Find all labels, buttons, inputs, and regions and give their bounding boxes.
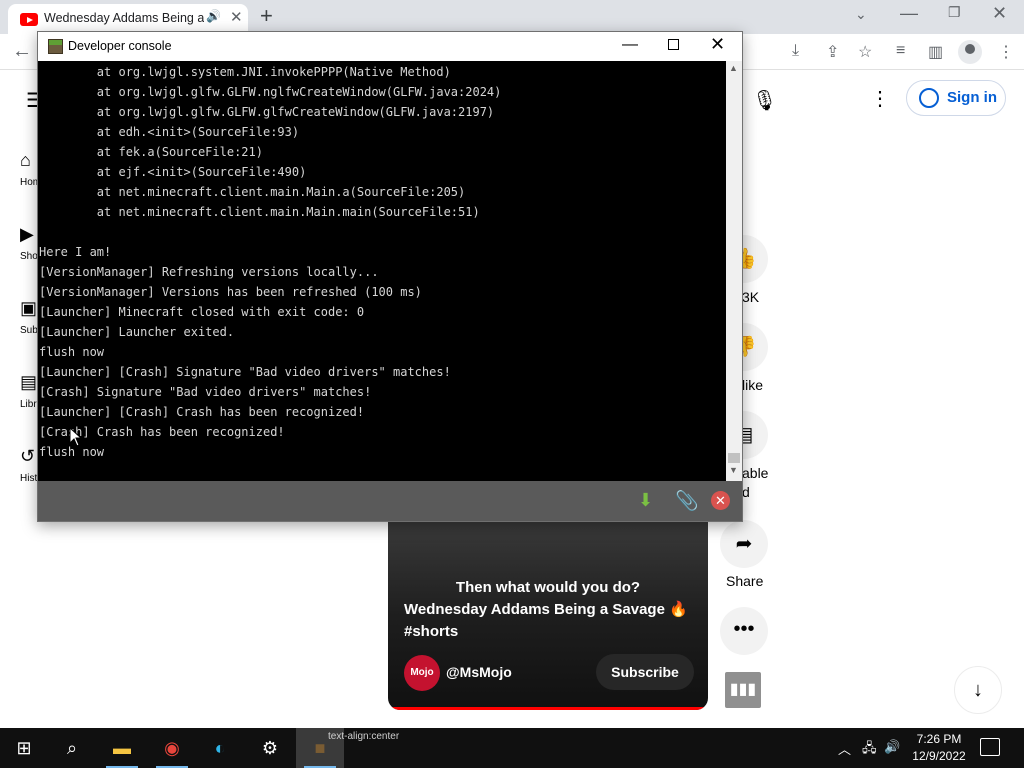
network-icon[interactable]: 🖧 (862, 739, 877, 761)
console-line: [Crash] Signature "Bad video drivers" ma… (39, 384, 372, 399)
console-close-button[interactable]: ✕ (710, 34, 725, 55)
search-icon: ⌕ (66, 738, 78, 758)
taskbar-tooltip: text-align:center (328, 731, 400, 742)
clock-time[interactable]: 7:26 PM (900, 732, 978, 746)
desktop: Wednesday Addams Being a Savage 🔊 ✕ + ⌄ … (0, 0, 1024, 768)
console-window-title: Developer console (68, 39, 172, 53)
tab-close-icon[interactable]: ✕ (230, 8, 243, 26)
console-line: at org.lwjgl.system.JNI.invokePPPP(Nativ… (39, 64, 451, 79)
like-count: 3K (742, 289, 760, 305)
red-close-icon[interactable]: ✕ (711, 491, 730, 510)
console-line: [Launcher] [Crash] Signature "Bad video … (39, 364, 451, 379)
browser-restore-button[interactable]: ❐ (948, 4, 961, 21)
console-scrollbar[interactable]: ▲ ▼ (726, 61, 742, 481)
windows-logo-icon: ⊞ (16, 738, 32, 758)
console-line: [Launcher] [Crash] Crash has been recogn… (39, 404, 365, 419)
taskbar-settings[interactable]: ⚙ (246, 728, 294, 768)
browser-tab-strip: Wednesday Addams Being a Savage 🔊 ✕ + ⌄ … (0, 0, 1024, 34)
share-arrow-icon: ➦ (735, 533, 753, 555)
comments-label: able (742, 465, 769, 481)
speaker-icon[interactable]: 🔊 (206, 9, 221, 23)
sign-in-label: Sign in (947, 89, 997, 106)
paperclip-icon[interactable]: 📎 (675, 489, 699, 513)
video-caption: Then what would you do? (455, 579, 641, 596)
install-icon[interactable]: ⤓ (792, 42, 799, 60)
edge-icon: ◐ (214, 738, 226, 758)
windows-taskbar: ⊞ ⌕ ▬ ◉ ◐ ⚙ ■ text-align:center ︿ 🖧 🔊 7:… (0, 728, 1024, 768)
console-line: at edh.<init>(SourceFile:93) (39, 124, 300, 139)
account-circle-icon (919, 88, 939, 108)
browser-menu-icon[interactable]: ⋮ (998, 42, 1014, 62)
console-line: at ejf.<init>(SourceFile:490) (39, 164, 307, 179)
scroll-down-arrow-icon[interactable]: ▼ (729, 465, 738, 475)
video-title[interactable]: Wednesday Addams Being a Savage 🔥 #short… (404, 599, 694, 643)
console-line: Here I am! (39, 244, 112, 259)
start-button[interactable]: ⊞ (0, 728, 48, 768)
next-video-arrow-icon[interactable]: ↓ (954, 666, 1002, 714)
taskbar-file-explorer[interactable]: ▬ (98, 728, 146, 768)
share-label: Share (726, 573, 764, 589)
new-tab-button[interactable]: + (260, 3, 273, 29)
console-line: flush now (39, 344, 105, 359)
show-hidden-icons-chevron-icon[interactable]: ︿ (838, 739, 851, 758)
console-line: [Launcher] Minecraft closed with exit co… (39, 304, 365, 319)
browser-minimize-button[interactable]: — (900, 3, 918, 24)
dislike-label: like (742, 377, 764, 393)
notification-center-icon[interactable] (980, 738, 1000, 756)
share-icon[interactable]: ⇪ (826, 42, 839, 62)
console-line: at net.minecraft.client.main.Main.main(S… (39, 204, 480, 219)
sign-in-button[interactable]: Sign in (906, 80, 1006, 116)
taskbar-chrome[interactable]: ◉ (148, 728, 196, 768)
minecraft-grass-block-icon (48, 39, 63, 54)
volume-icon[interactable]: 🔊 (884, 739, 900, 755)
console-output[interactable]: at org.lwjgl.system.JNI.invokePPPP(Nativ… (38, 61, 726, 481)
tab-search-chevron-icon[interactable]: ⌄ (855, 6, 867, 23)
media-control-icon[interactable]: ≡ (896, 42, 905, 60)
console-line: [Launcher] Launcher exited. (39, 324, 235, 339)
profile-avatar[interactable] (958, 40, 982, 64)
console-line: at net.minecraft.client.main.Main.a(Sour… (39, 184, 466, 199)
scroll-thumb[interactable] (728, 453, 740, 463)
download-arrow-icon[interactable]: ⬇ (638, 490, 653, 511)
console-line: at fek.a(SourceFile:21) (39, 144, 263, 159)
folder-icon: ▬ (113, 738, 131, 758)
console-minimize-button[interactable]: — (622, 36, 638, 54)
console-bottom-bar: ⬇ 📎 ✕ (38, 481, 742, 521)
side-panel-icon[interactable]: ▥ (928, 42, 943, 62)
microphone-icon[interactable]: 🎙 (752, 88, 777, 113)
search-button[interactable]: ⌕ (48, 728, 96, 768)
settings-kebab-icon[interactable]: ⋮ (870, 86, 890, 111)
share-button[interactable]: ➦ (720, 520, 768, 568)
console-line: at org.lwjgl.glfw.GLFW.glfwCreateWindow(… (39, 104, 495, 119)
console-maximize-button[interactable] (668, 39, 679, 50)
minecraft-launcher-icon: ■ (314, 738, 326, 758)
console-title-bar[interactable]: Developer console — ✕ (38, 32, 742, 61)
console-line: [VersionManager] Refreshing versions loc… (39, 264, 379, 279)
chrome-icon: ◉ (164, 738, 180, 758)
back-arrow-icon[interactable]: ← (12, 40, 32, 63)
browser-tab[interactable]: Wednesday Addams Being a Savage 🔊 ✕ (8, 4, 248, 34)
video-progress-bar[interactable] (388, 707, 708, 710)
console-line: [VersionManager] Versions has been refre… (39, 284, 422, 299)
clock-date[interactable]: 12/9/2022 (900, 749, 978, 763)
shorts-video-player[interactable]: Then what would you do? Wednesday Addams… (388, 522, 708, 710)
taskbar-edge[interactable]: ◐ (196, 728, 244, 768)
youtube-favicon-icon (20, 13, 38, 26)
subscribe-button[interactable]: Subscribe (596, 654, 694, 690)
browser-close-button[interactable]: ✕ (992, 3, 1007, 24)
channel-name[interactable]: @MsMojo (446, 664, 512, 680)
bookmark-star-icon[interactable]: ☆ (858, 42, 872, 62)
scroll-up-arrow-icon[interactable]: ▲ (729, 63, 738, 73)
channel-avatar[interactable]: Mojo (404, 655, 440, 691)
tab-title: Wednesday Addams Being a Savage (44, 11, 204, 25)
console-line: at org.lwjgl.glfw.GLFW.nglfwCreateWindow… (39, 84, 502, 99)
developer-console-window: Developer console — ✕ at org.lwjgl.syste… (37, 31, 743, 522)
soundwave-icon[interactable]: ▮▮▮ (725, 672, 761, 708)
gear-icon: ⚙ (261, 738, 279, 758)
more-horizontal-icon: ••• (733, 618, 755, 640)
more-actions-button[interactable]: ••• (720, 607, 768, 655)
comments-sub-label: d (742, 484, 750, 500)
